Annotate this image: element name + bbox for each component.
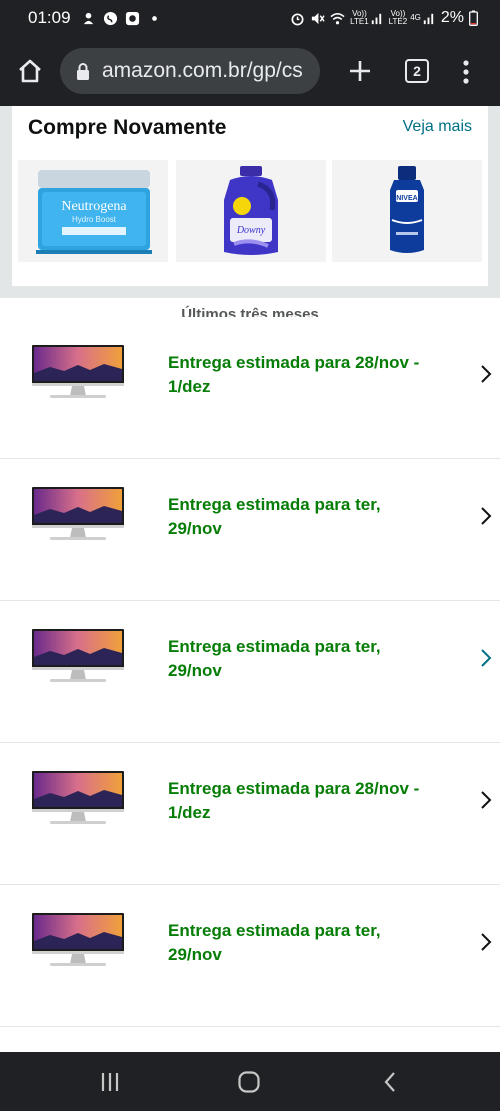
delivery-estimate-line2: 29/nov [168, 945, 222, 964]
more-notifications-icon [151, 15, 157, 21]
product-brand: NIVEA [396, 195, 417, 202]
delivery-estimate-line1: Entrega estimada para ter, [168, 495, 381, 514]
delivery-estimate-line2: 29/nov [168, 519, 222, 538]
monitor-icon [32, 487, 124, 540]
alarm-icon [291, 12, 304, 25]
wifi-icon [330, 12, 345, 24]
delivery-estimate-line1: Entrega estimada para 28/nov - [168, 353, 420, 372]
delivery-estimate-line1: Entrega estimada para 28/nov - [168, 779, 420, 798]
sim2-network: 4G [410, 13, 421, 22]
delivery-estimate-line1: Entrega estimada para ter, [168, 637, 381, 656]
chevron-right-icon [481, 933, 492, 951]
product-thumbnail-neutrogena[interactable]: Neutrogena Hydro Boost [18, 160, 168, 262]
chevron-right-icon [481, 791, 492, 809]
battery-icon [469, 10, 478, 26]
order-row[interactable]: Entrega estimada para 28/nov - 1/dez [0, 317, 500, 459]
home-nav-icon[interactable] [236, 1069, 262, 1095]
system-icons: Vo)) LTE1 Vo)) LTE2 4G 2% [290, 9, 478, 27]
shazam-icon [103, 11, 117, 25]
delivery-estimate-line1: Entrega estimada para ter, [168, 921, 381, 940]
chevron-right-icon [481, 507, 492, 525]
order-row[interactable]: Entrega estimada para ter, 29/nov [0, 601, 500, 743]
see-more-link[interactable]: Veja mais [403, 118, 472, 136]
chevron-right-icon [481, 649, 492, 667]
system-navigation-bar [0, 1052, 500, 1111]
signal-bars-icon [423, 13, 434, 24]
notification-icons [81, 11, 162, 26]
order-row[interactable]: Entrega estimada para ter, 29/nov [0, 885, 500, 1027]
status-time: 01:09 [28, 8, 71, 27]
delivery-estimate: Entrega estimada para ter, 29/nov [168, 919, 458, 967]
recent-apps-icon[interactable] [97, 1069, 123, 1095]
delivery-estimate: Entrega estimada para 28/nov - 1/dez [168, 777, 458, 825]
monitor-icon [32, 913, 124, 966]
back-nav-icon[interactable] [378, 1069, 404, 1095]
fabric-softener-bottle-icon: Downy [224, 166, 278, 255]
delivery-estimate: Entrega estimada para 28/nov - 1/dez [168, 351, 458, 399]
sim2-type: LTE2 [388, 17, 408, 26]
address-bar[interactable]: amazon.com.br/gp/cs [60, 48, 320, 94]
product-brand: Neutrogena [61, 199, 127, 214]
delivery-estimate-line2: 1/dez [168, 377, 211, 396]
browser-toolbar: amazon.com.br/gp/cs 2 [0, 36, 500, 106]
order-row[interactable]: Entrega estimada para ter, 29/nov [0, 459, 500, 601]
sim1-type: LTE1 [350, 17, 369, 26]
url-text: amazon.com.br/gp/cs [102, 59, 303, 82]
signal-bars-icon [371, 13, 381, 24]
order-row[interactable]: Entrega estimada para 28/nov - 1/dez [0, 743, 500, 885]
delivery-estimate: Entrega estimada para ter, 29/nov [168, 635, 458, 683]
moisturizer-jar-icon: Neutrogena Hydro Boost [36, 170, 152, 254]
buy-again-card: Compre Novamente Veja mais Neutrogena Hy… [12, 106, 488, 286]
product-thumbnail-nivea[interactable]: NIVEA [332, 160, 482, 262]
app-notification-icon [83, 12, 93, 24]
chevron-right-icon [481, 365, 492, 383]
battery-percent: 2% [440, 9, 464, 26]
product-brand: Downy [236, 225, 266, 236]
delivery-estimate: Entrega estimada para ter, 29/nov [168, 493, 458, 541]
more-options-icon[interactable] [456, 58, 476, 86]
body-lotion-bottle-icon: NIVEA [390, 166, 424, 253]
monitor-icon [32, 345, 124, 398]
status-bar: 01:09 Vo)) LTE1 Vo)) LTE2 4G 2% [0, 0, 500, 36]
delivery-estimate-line2: 1/dez [168, 803, 211, 822]
sim2-indicator: Vo)) LTE2 4G [389, 10, 436, 26]
camera-app-icon [125, 11, 139, 25]
monitor-icon [32, 771, 124, 824]
tab-switcher-button[interactable]: 2 [405, 59, 429, 83]
mute-icon [312, 12, 325, 24]
new-tab-icon[interactable] [346, 57, 374, 85]
delivery-estimate-line2: 29/nov [168, 661, 222, 680]
product-thumbnail-downy[interactable]: Downy [176, 160, 326, 262]
home-icon[interactable] [16, 57, 44, 85]
product-line: Hydro Boost [72, 215, 117, 224]
monitor-icon [32, 629, 124, 682]
buy-again-title: Compre Novamente [28, 116, 227, 139]
sim1-indicator: Vo)) LTE1 [350, 10, 384, 26]
lock-icon [77, 63, 89, 80]
